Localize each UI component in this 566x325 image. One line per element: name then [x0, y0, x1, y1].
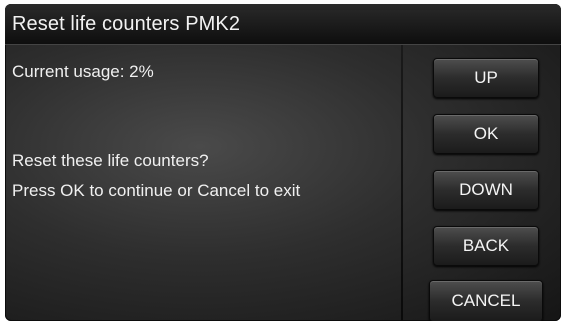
instruction-text: Press OK to continue or Cancel to exit — [12, 181, 301, 200]
back-button[interactable]: BACK — [433, 226, 539, 266]
reset-question-text: Reset these life counters? — [12, 151, 209, 170]
ok-button[interactable]: OK — [433, 114, 539, 154]
message-area: Current usage: 2% Reset these life count… — [5, 45, 403, 321]
up-button[interactable]: UP — [433, 58, 539, 98]
button-panel: UP OK DOWN BACK CANCEL — [403, 45, 561, 321]
dialog-title: Reset life counters PMK2 — [12, 13, 241, 35]
device-screen: Reset life counters PMK2 Current usage: … — [5, 4, 561, 321]
down-button[interactable]: DOWN — [433, 170, 539, 210]
current-usage-text: Current usage: 2% — [12, 62, 154, 81]
title-bar: Reset life counters PMK2 — [5, 4, 561, 45]
cancel-button[interactable]: CANCEL — [429, 280, 543, 321]
